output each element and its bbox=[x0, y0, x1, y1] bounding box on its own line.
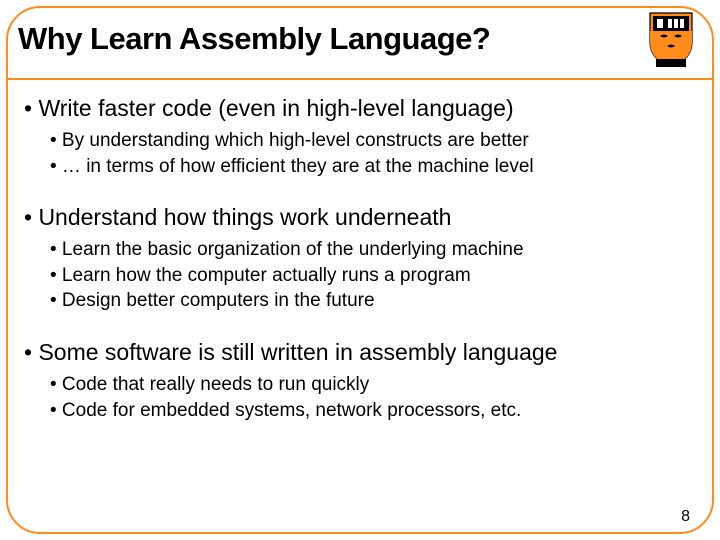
princeton-shield-icon bbox=[646, 10, 696, 68]
bullet-sub: • … in terms of how efficient they are a… bbox=[50, 154, 696, 180]
slide-title: Why Learn Assembly Language? bbox=[18, 21, 490, 57]
header-divider bbox=[7, 78, 713, 80]
bullet-main: • Write faster code (even in high-level … bbox=[24, 94, 696, 124]
bullet-main: • Some software is still written in asse… bbox=[24, 338, 696, 368]
bullet-sub: • Learn how the computer actually runs a… bbox=[50, 263, 696, 289]
bullet-sub: • Learn the basic organization of the un… bbox=[50, 237, 696, 263]
slide-header: Why Learn Assembly Language? bbox=[18, 10, 702, 68]
bullet-sub: • Design better computers in the future bbox=[50, 288, 696, 314]
slide-content: • Write faster code (even in high-level … bbox=[24, 94, 696, 423]
bullet-sub: • Code for embedded systems, network pro… bbox=[50, 398, 696, 424]
bullet-sub: • Code that really needs to run quickly bbox=[50, 372, 696, 398]
bullet-sub: • By understanding which high-level cons… bbox=[50, 128, 696, 154]
page-number: 8 bbox=[681, 508, 690, 526]
bullet-main: • Understand how things work underneath bbox=[24, 203, 696, 233]
